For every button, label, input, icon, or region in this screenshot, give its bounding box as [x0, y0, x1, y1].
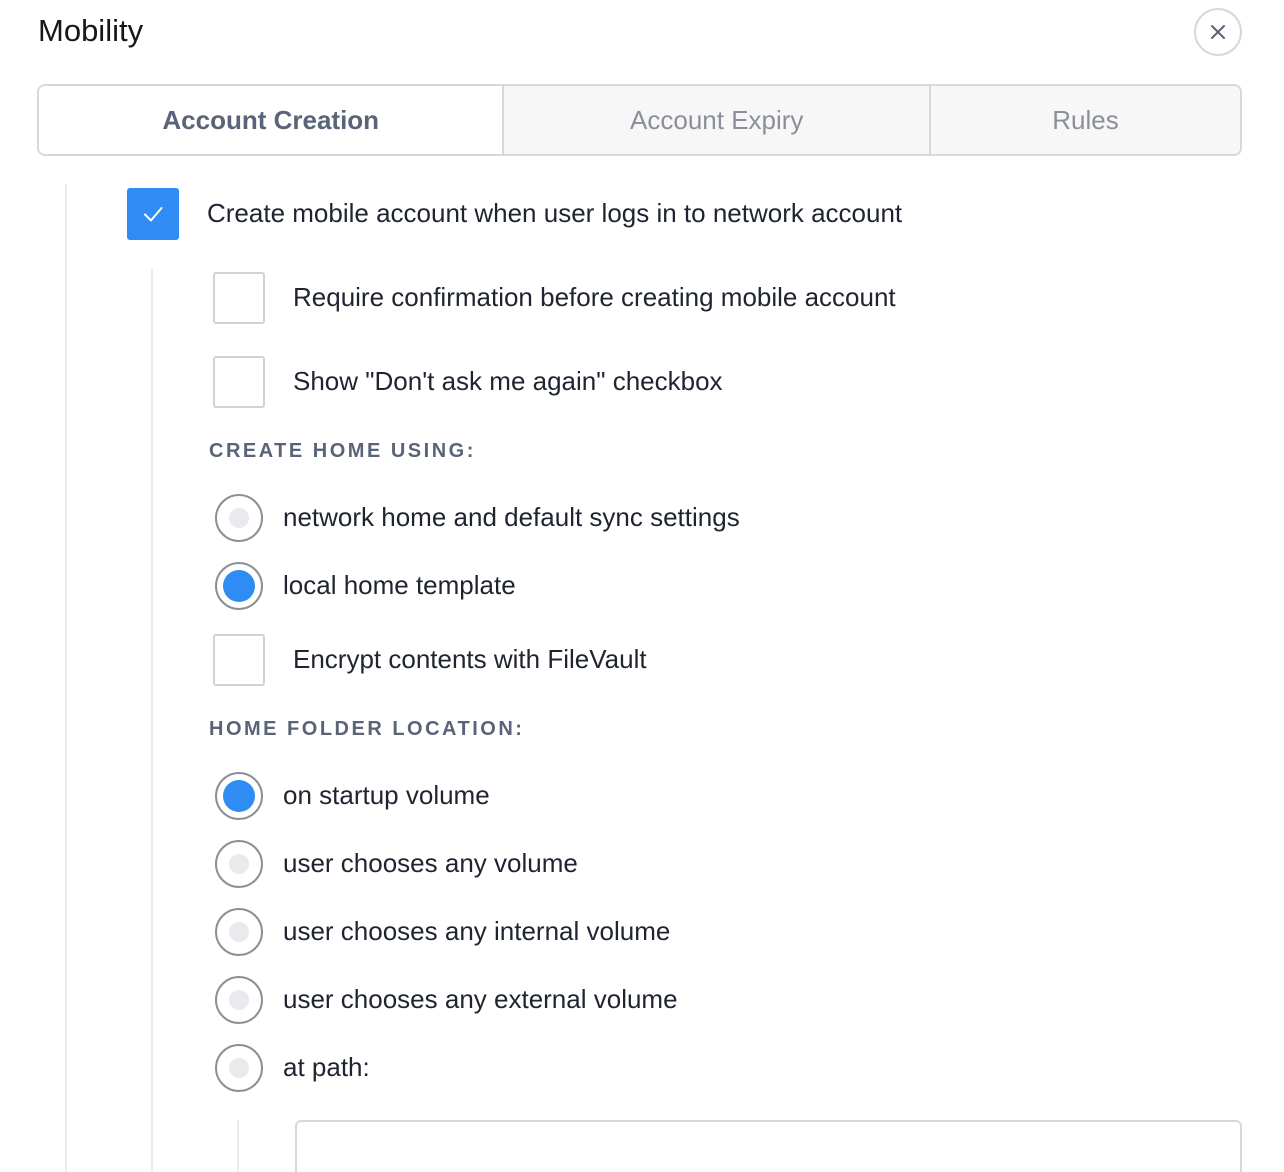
radio-external-volume-label: user chooses any external volume [283, 984, 678, 1014]
radio-internal-volume-label: user chooses any internal volume [283, 916, 671, 946]
dialog-title: Mobility [38, 13, 144, 48]
tab-rules[interactable]: Rules [929, 86, 1240, 154]
encrypt-filevault-label: Encrypt contents with FileVault [293, 644, 647, 674]
radio-internal-volume[interactable] [215, 908, 263, 956]
indent-guide [151, 268, 153, 1172]
indent-guide [237, 1120, 239, 1172]
radio-local-home-template[interactable] [215, 562, 263, 610]
path-input[interactable] [295, 1120, 1242, 1172]
tab-account-creation[interactable]: Account Creation [39, 86, 503, 154]
create-mobile-account-checkbox[interactable] [127, 188, 179, 240]
radio-at-path-label: at path: [283, 1052, 370, 1082]
create-home-heading: CREATE HOME USING: [209, 440, 476, 462]
require-confirmation-checkbox[interactable] [213, 272, 265, 324]
radio-network-home[interactable] [215, 494, 263, 542]
radio-startup-volume-label: on startup volume [283, 780, 490, 810]
tab-account-expiry[interactable]: Account Expiry [502, 86, 930, 154]
close-icon [1211, 25, 1225, 39]
require-confirmation-label: Require confirmation before creating mob… [293, 282, 896, 312]
radio-network-home-label: network home and default sync settings [283, 502, 740, 532]
home-folder-heading: HOME FOLDER LOCATION: [209, 718, 525, 740]
tab-bar: Account Creation Account Expiry Rules [37, 84, 1242, 156]
show-dont-ask-checkbox[interactable] [213, 356, 265, 408]
close-button[interactable] [1194, 8, 1242, 56]
radio-local-home-template-label: local home template [283, 570, 516, 600]
create-mobile-account-label: Create mobile account when user logs in … [207, 198, 903, 228]
encrypt-filevault-checkbox[interactable] [213, 634, 265, 686]
radio-external-volume[interactable] [215, 976, 263, 1024]
radio-any-volume-label: user chooses any volume [283, 848, 578, 878]
show-dont-ask-label: Show "Don't ask me again" checkbox [293, 366, 723, 396]
radio-any-volume[interactable] [215, 840, 263, 888]
checkmark-icon [144, 207, 163, 222]
indent-guide [65, 184, 67, 1172]
radio-startup-volume[interactable] [215, 772, 263, 820]
radio-at-path[interactable] [215, 1044, 263, 1092]
